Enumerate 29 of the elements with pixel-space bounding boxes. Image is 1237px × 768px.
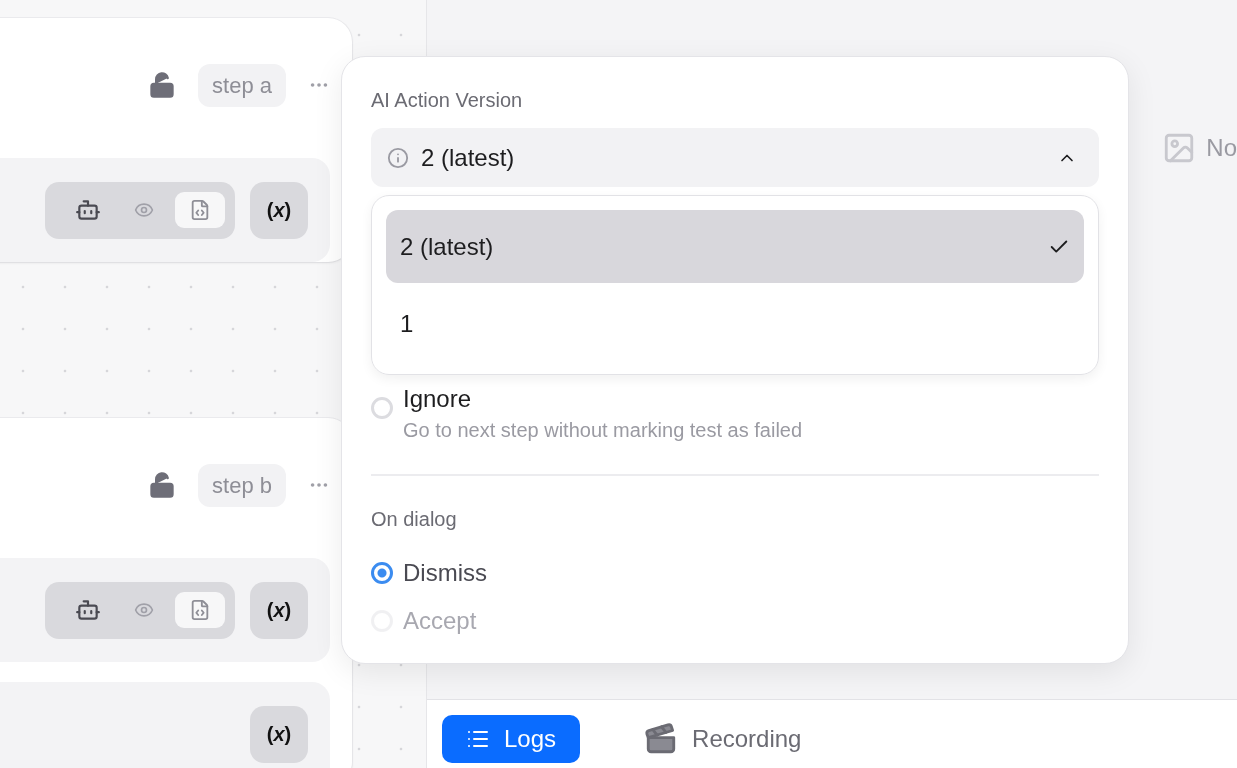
option-title: Ignore — [403, 385, 473, 413]
step-label: step b — [198, 463, 286, 507]
step-label: step a — [198, 63, 286, 107]
radio-button[interactable] — [371, 562, 393, 584]
code-file-icon — [189, 199, 211, 221]
dropdown-option[interactable]: 1 — [386, 287, 1084, 360]
variables-button[interactable]: (x) — [250, 181, 308, 239]
variables-button[interactable]: (x) — [250, 705, 308, 763]
robot-icon — [75, 197, 101, 223]
dropdown-option[interactable]: 2 (latest) — [386, 210, 1084, 283]
field-label: AI Action Version — [371, 89, 524, 112]
panel-tab[interactable]: Logs — [442, 715, 581, 763]
unlocked-lock-icon[interactable] — [148, 471, 177, 499]
mode-toggle[interactable] — [175, 592, 225, 628]
unlocked-lock-icon[interactable] — [148, 71, 177, 99]
eye-icon — [134, 600, 154, 620]
section-label: On dialog — [371, 508, 458, 531]
info-icon — [387, 146, 409, 169]
option-title: Accept — [403, 607, 477, 635]
robot-icon — [75, 597, 101, 623]
option-description: Go to next step without marking test as failed — [403, 419, 803, 442]
mode-toggle[interactable] — [175, 192, 225, 228]
code-file-icon — [189, 599, 211, 621]
option-title: Dismiss — [403, 559, 487, 587]
version-select[interactable]: 2 (latest) — [371, 128, 1099, 187]
panel-tab[interactable]: Recording — [620, 715, 826, 763]
preview-text: No — [1206, 134, 1237, 162]
eye-icon — [134, 200, 154, 220]
variables-button[interactable]: (x) — [250, 581, 308, 639]
